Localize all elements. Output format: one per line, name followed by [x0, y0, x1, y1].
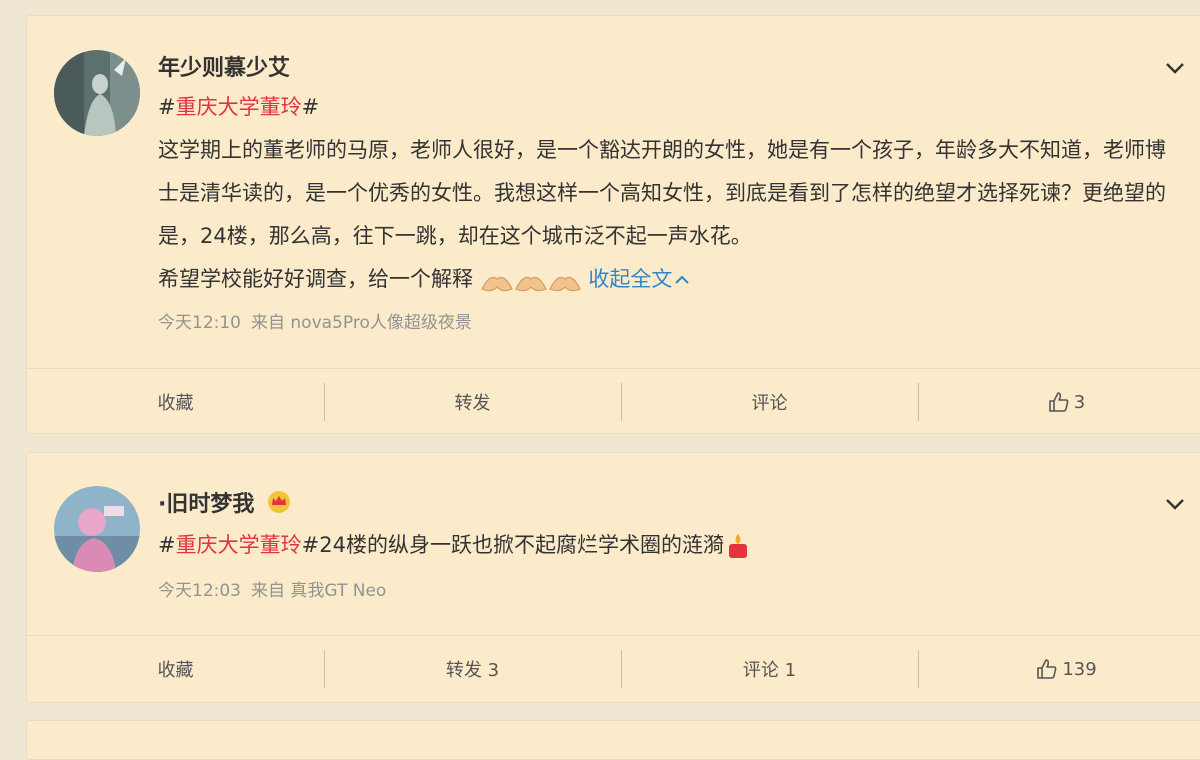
thumbs-up-icon	[1037, 659, 1057, 679]
repost-label: 转发	[454, 393, 491, 414]
username[interactable]: 年少则慕少艾	[158, 50, 290, 82]
feed-post: 年少则慕少艾 #重庆大学董玲# 这学期上的董老师的马原，老师人很好，是一个豁达开…	[26, 15, 1200, 434]
favorite-label: 收藏	[157, 660, 194, 681]
like-count: 3	[1073, 391, 1086, 413]
post-time[interactable]: 今天12:10	[158, 313, 241, 333]
post-body: #重庆大学董玲#24楼的纵身一跃也掀不起腐烂学术圈的涟漪	[158, 524, 1173, 567]
post-source[interactable]: 来自 真我GT Neo	[251, 581, 386, 601]
chevron-down-icon[interactable]	[1163, 56, 1187, 80]
like-button[interactable]: 3	[918, 369, 1200, 435]
thumbs-up-icon	[1048, 392, 1069, 412]
chevron-up-icon	[675, 275, 690, 284]
hashtag-link[interactable]: 重庆大学董玲	[176, 95, 302, 119]
like-count: 139	[1062, 658, 1097, 680]
post-text-last-line: 希望学校能好好调查，给一个解释 收起全文	[158, 258, 1173, 301]
hash-symbol: #	[301, 95, 320, 119]
post-source[interactable]: 来自 nova5Pro人像超级夜景	[251, 313, 472, 333]
favorite-button[interactable]: 收藏	[27, 636, 324, 702]
post-text: 24楼的纵身一跃也掀不起腐烂学术圈的涟漪	[319, 533, 724, 557]
hashtag-link[interactable]: 重庆大学董玲	[176, 533, 302, 557]
praying-hands-emoji	[480, 276, 513, 292]
collapse-label: 收起全文	[588, 267, 673, 291]
hashtag-line[interactable]: #重庆大学董玲#	[158, 86, 1173, 129]
repost-button[interactable]: 转发	[324, 369, 621, 435]
post-meta: 今天12:03 来自 真我GT Neo	[158, 576, 386, 601]
post-body: #重庆大学董玲# 这学期上的董老师的马原，老师人很好，是一个豁达开朗的女性，她是…	[158, 86, 1173, 301]
hash-symbol: #	[301, 533, 320, 557]
post-time[interactable]: 今天12:03	[158, 581, 241, 601]
praying-hands-emoji	[514, 276, 547, 292]
post-text-tail: 希望学校能好好调查，给一个解释	[158, 267, 473, 291]
username[interactable]: ·旧时梦我	[158, 486, 292, 518]
avatar[interactable]	[54, 50, 140, 136]
crown-badge-icon	[268, 491, 291, 513]
feed-post-partial	[26, 720, 1200, 760]
repost-label: 转发 3	[445, 660, 500, 681]
comment-button[interactable]: 评论	[621, 369, 918, 435]
hash-symbol: #	[158, 533, 176, 557]
like-button[interactable]: 139	[918, 636, 1200, 702]
favorite-label: 收藏	[157, 393, 194, 414]
comment-button[interactable]: 评论 1	[621, 636, 918, 702]
chevron-down-icon[interactable]	[1163, 492, 1187, 516]
action-bar: 收藏 转发 3 评论 1 139	[27, 635, 1200, 702]
post-meta: 今天12:10 来自 nova5Pro人像超级夜景	[158, 308, 472, 333]
action-bar: 收藏 转发 评论 3	[27, 368, 1200, 435]
collapse-text-link[interactable]: 收起全文	[588, 267, 690, 291]
favorite-button[interactable]: 收藏	[27, 369, 324, 435]
comment-label: 评论 1	[742, 660, 797, 681]
comment-label: 评论	[751, 393, 788, 414]
praying-hands-emoji	[548, 276, 581, 292]
hash-symbol: #	[158, 95, 176, 119]
candle-emoji	[728, 534, 747, 558]
feed-post: ·旧时梦我 #重庆大学董玲#24楼的纵身一跃也掀不起腐烂学术圈的涟漪 今天12:…	[26, 452, 1200, 703]
username-text: ·旧时梦我	[158, 492, 255, 517]
repost-button[interactable]: 转发 3	[324, 636, 621, 702]
avatar[interactable]	[54, 486, 140, 572]
post-text: 这学期上的董老师的马原，老师人很好，是一个豁达开朗的女性，她是有一个孩子，年龄多…	[158, 138, 1166, 248]
